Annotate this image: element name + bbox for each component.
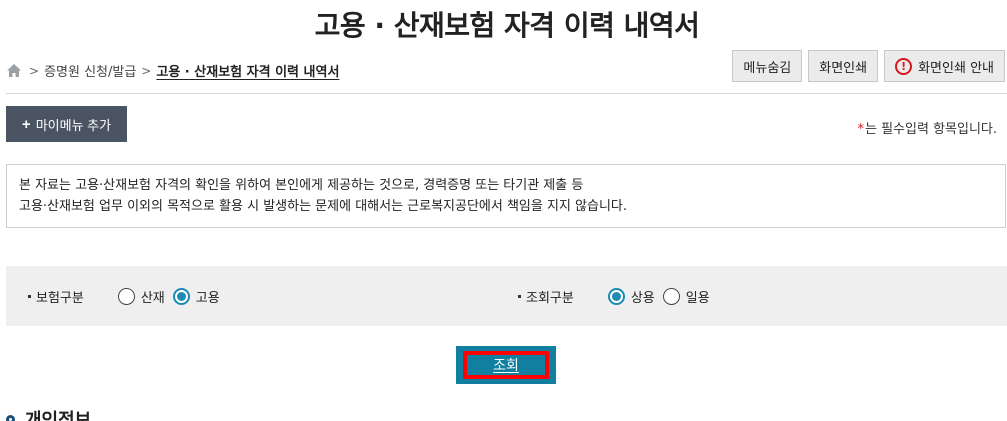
filter-panel: 보험구분 산재 고용 조회구분 상용 일용 bbox=[6, 266, 1007, 326]
radio-regular[interactable]: 상용 bbox=[607, 287, 655, 306]
print-guide-label: 화면인쇄 안내 bbox=[918, 60, 994, 76]
radio-label: 일용 bbox=[685, 290, 710, 306]
insurance-type-field: 보험구분 산재 고용 bbox=[28, 266, 228, 326]
section-bullet-icon bbox=[6, 414, 15, 421]
hide-menu-button[interactable]: 메뉴숨김 bbox=[732, 50, 803, 82]
query-type-label: 조회구분 bbox=[518, 287, 574, 306]
insurance-type-label-text: 보험구분 bbox=[36, 290, 84, 306]
bullet-icon bbox=[28, 294, 31, 298]
radio-circle[interactable] bbox=[607, 287, 625, 305]
query-type-field: 조회구분 상용 일용 bbox=[518, 266, 718, 326]
search-button[interactable]: 조회 bbox=[456, 346, 556, 384]
radio-daily[interactable]: 일용 bbox=[662, 287, 710, 306]
breadcrumb-item-certificate[interactable]: 증명원 신청/발급 bbox=[44, 61, 136, 80]
add-mymenu-label: 마이메뉴 추가 bbox=[35, 117, 112, 133]
search-button-label: 조회 bbox=[463, 351, 549, 379]
home-icon[interactable] bbox=[6, 63, 22, 78]
insurance-type-label: 보험구분 bbox=[28, 287, 84, 306]
page-title: 고용 · 산재보험 자격 이력 내역서 bbox=[314, 9, 700, 42]
plus-icon: + bbox=[21, 115, 31, 133]
print-button[interactable]: 화면인쇄 bbox=[808, 50, 879, 82]
radio-circle[interactable] bbox=[117, 287, 135, 305]
required-note: *는 필수입력 항목입니다. bbox=[858, 118, 998, 137]
notice-line: 고용·산재보험 업무 이외의 목적으로 활용 시 발생하는 문제에 대해서는 근… bbox=[19, 199, 628, 214]
print-guide-button[interactable]: ! 화면인쇄 안내 bbox=[884, 50, 1005, 82]
section-title-text: 개인정보 bbox=[25, 410, 92, 421]
query-type-label-text: 조회구분 bbox=[526, 290, 574, 306]
breadcrumb-item-current[interactable]: 고용 · 산재보험 자격 이력 내역서 bbox=[156, 61, 339, 80]
notice-line: 본 자료는 고용·산재보험 자격의 확인을 위하여 본인에게 제공하는 것으로,… bbox=[19, 178, 584, 193]
breadcrumb-separator: > bbox=[29, 63, 40, 78]
radio-circle[interactable] bbox=[172, 287, 190, 305]
section-title: 개인정보 bbox=[6, 406, 91, 421]
utility-buttons: 메뉴숨김 화면인쇄 ! 화면인쇄 안내 bbox=[732, 50, 1005, 82]
breadcrumb-separator: > bbox=[141, 63, 152, 78]
radio-label: 고용 bbox=[195, 290, 220, 306]
radio-label: 산재 bbox=[140, 290, 165, 306]
radio-circle[interactable] bbox=[662, 287, 680, 305]
notice-box: 본 자료는 고용·산재보험 자격의 확인을 위하여 본인에게 제공하는 것으로,… bbox=[6, 164, 1006, 228]
warning-icon: ! bbox=[895, 57, 913, 75]
divider bbox=[6, 93, 1007, 94]
radio-employment[interactable]: 고용 bbox=[172, 287, 220, 306]
radio-industrial-accident[interactable]: 산재 bbox=[117, 287, 165, 306]
add-mymenu-button[interactable]: + 마이메뉴 추가 bbox=[6, 106, 127, 142]
required-star: * bbox=[857, 122, 865, 137]
breadcrumb: > 증명원 신청/발급 > 고용 · 산재보험 자격 이력 내역서 bbox=[6, 61, 339, 80]
bullet-icon bbox=[518, 294, 521, 298]
required-note-text: 는 필수입력 항목입니다. bbox=[865, 122, 997, 137]
radio-label: 상용 bbox=[630, 290, 655, 306]
